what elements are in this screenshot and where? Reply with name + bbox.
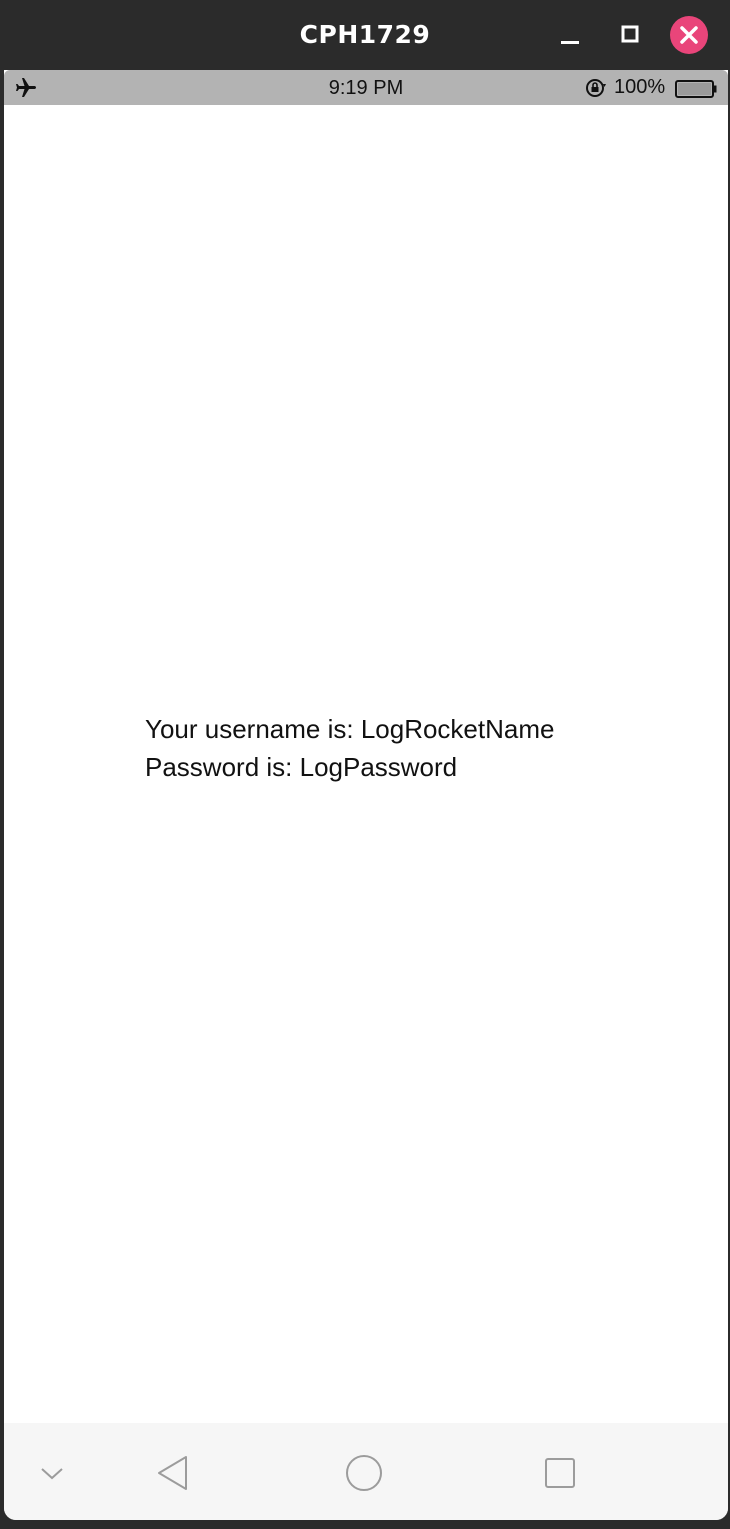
close-icon [680, 26, 698, 44]
battery-icon [675, 80, 717, 98]
device-screen: 9:19 PM 100% Your username is: LogRocket… [4, 70, 728, 1520]
back-icon [158, 1456, 187, 1490]
credentials-display: Your username is: LogRocketName Password… [145, 710, 554, 786]
back-button[interactable] [153, 1453, 193, 1493]
rotation-lock-icon [586, 79, 606, 97]
home-icon [346, 1455, 382, 1491]
title-bar: CPH1729 [0, 0, 730, 70]
hide-navbar-button[interactable] [32, 1453, 72, 1493]
battery-percentage: 100% [614, 76, 666, 98]
navigation-bar [4, 1423, 728, 1520]
emulator-window: CPH1729 9:19 PM 100% Your username is: L… [0, 0, 730, 1529]
home-button[interactable] [344, 1453, 384, 1493]
close-button[interactable] [670, 16, 708, 54]
minimize-button[interactable] [551, 16, 589, 54]
minimize-icon [561, 41, 579, 44]
recent-apps-icon [545, 1458, 575, 1488]
maximize-icon [621, 25, 639, 43]
password-text: Password is: LogPassword [145, 752, 458, 782]
chevron-down-icon [41, 1468, 63, 1480]
maximize-button[interactable] [611, 16, 649, 54]
username-text: Your username is: LogRocketName [145, 714, 555, 744]
status-bar: 9:19 PM 100% [4, 70, 728, 105]
recent-apps-button[interactable] [540, 1453, 580, 1493]
